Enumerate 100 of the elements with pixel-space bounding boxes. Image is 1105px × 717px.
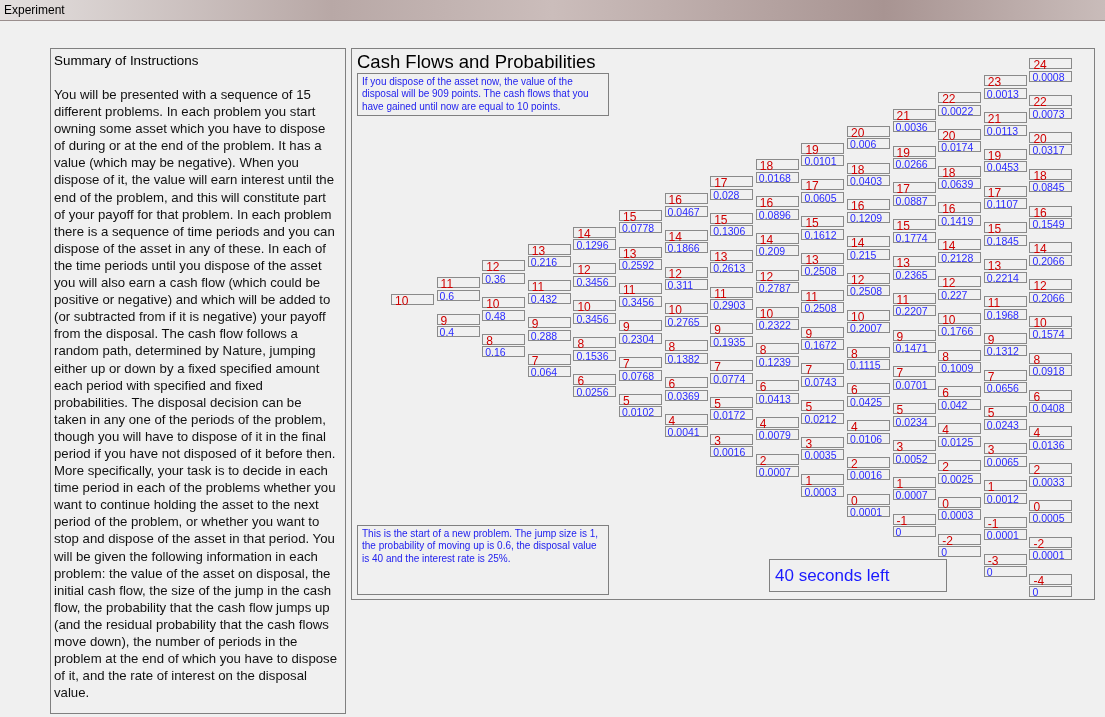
cash-flow-value: 23 <box>983 75 1027 87</box>
cash-flow-value: 20 <box>938 128 982 140</box>
probability-value: 0.16 <box>482 346 526 358</box>
cash-flow-value: -2 <box>938 533 982 545</box>
cash-flow-value: 15 <box>801 216 845 228</box>
probability-value: 0.0172 <box>710 409 754 421</box>
probability-value: 0.0243 <box>983 418 1027 430</box>
cash-flow-value: 10 <box>664 303 708 315</box>
probability-value: 0.0266 <box>892 158 936 170</box>
cash-flow-value: 15 <box>619 209 662 221</box>
cash-flow-value: 9 <box>710 323 754 335</box>
cash-flow-value: 13 <box>710 249 754 261</box>
cash-flow-value: 4 <box>664 413 708 425</box>
cash-flow-value: 10 <box>1029 315 1073 327</box>
cash-flow-value: 11 <box>801 289 845 301</box>
cash-flow-value: 16 <box>755 196 799 208</box>
probability-value: 0 <box>983 566 1027 578</box>
cash-flow-value: 15 <box>983 222 1027 234</box>
instructions-title: Summary of Instructions <box>54 52 200 69</box>
probability-value: 0.1009 <box>938 362 982 374</box>
probability-value: 0.0001 <box>1029 549 1073 561</box>
probability-value: 0.0887 <box>892 194 936 206</box>
probability-value: 0.0035 <box>801 449 845 461</box>
cash-flow-value: 16 <box>938 202 982 214</box>
cash-flow-value: 11 <box>619 283 662 295</box>
cash-flow-value: 6 <box>938 386 982 398</box>
probability-value: 0.216 <box>527 256 571 267</box>
window-title: Experiment <box>4 3 65 17</box>
cash-flow-value: 4 <box>1029 426 1073 438</box>
probability-value: 0.064 <box>527 366 571 378</box>
probability-value: 0.2066 <box>1029 254 1073 266</box>
probability-value: 0.0036 <box>892 121 936 133</box>
probability-value: 0.288 <box>527 329 571 341</box>
probability-value: 0.1774 <box>892 231 936 243</box>
probability-value: 0.0212 <box>801 412 845 424</box>
cash-flow-value: 14 <box>1029 242 1073 254</box>
probability-value: 0.2066 <box>1029 291 1073 303</box>
cash-flow-value: 10 <box>391 294 434 305</box>
probability-value: 0.1672 <box>801 339 845 350</box>
cash-flow-value: 12 <box>938 276 982 288</box>
cash-flow-value: 18 <box>847 162 890 174</box>
probability-value: 0.0113 <box>983 124 1027 136</box>
probability-value: 0.0317 <box>1029 144 1073 156</box>
cash-flow-value: 5 <box>710 397 754 408</box>
probability-value: 0.028 <box>710 188 754 200</box>
cash-flow-value: 8 <box>847 346 890 358</box>
probability-value: 0.1239 <box>755 355 799 367</box>
cash-flow-value: 13 <box>527 243 571 255</box>
probability-value: 0.1296 <box>573 239 617 251</box>
probability-value: 0.1968 <box>983 308 1027 320</box>
cash-flow-value: 15 <box>892 219 936 231</box>
cash-flow-value: 4 <box>938 423 982 435</box>
probability-value: 0.2322 <box>755 319 799 331</box>
probability-value: 0.3456 <box>573 275 617 287</box>
probability-value: 0.1549 <box>1029 218 1073 230</box>
probability-value: 0.1574 <box>1029 328 1073 340</box>
probability-value: 0.0467 <box>664 205 708 217</box>
probability-value: 0.1382 <box>664 352 708 364</box>
cash-flow-value: 7 <box>619 357 662 369</box>
probability-value: 0.0005 <box>1029 512 1073 524</box>
cash-flow-value: -1 <box>892 513 936 525</box>
probability-value: 0 <box>892 526 936 538</box>
cash-flow-value: 1 <box>801 473 845 485</box>
probability-value: 0.1766 <box>938 325 982 337</box>
cash-flow-value: 13 <box>983 259 1027 271</box>
probability-value: 0.0003 <box>801 486 845 498</box>
cash-flow-value: 7 <box>527 353 571 365</box>
probability-value: 0.1107 <box>983 198 1027 210</box>
probability-value: 0.0256 <box>573 386 617 398</box>
cash-flow-value: 24 <box>1029 58 1073 70</box>
cash-flow-value: 13 <box>619 246 662 258</box>
probability-value: 0.4 <box>436 326 480 338</box>
cash-flow-value: 18 <box>1029 168 1073 180</box>
cash-flow-value: 8 <box>938 349 982 361</box>
probability-value: 0.1845 <box>983 234 1027 246</box>
cash-flow-value: -4 <box>1029 573 1073 585</box>
cash-flow-value: 6 <box>1029 389 1073 401</box>
probability-value: 0.0022 <box>938 104 982 116</box>
panel-title: Cash Flows and Probabilities <box>357 51 596 73</box>
probability-value: 0.0701 <box>892 378 936 390</box>
probability-value: 0.0136 <box>1029 438 1073 450</box>
probability-value: 0.0918 <box>1029 365 1073 377</box>
cash-flow-value: 10 <box>847 309 890 321</box>
probability-value: 0.36 <box>482 272 526 284</box>
cash-flow-value: 8 <box>755 343 799 355</box>
probability-value: 0.042 <box>938 398 982 410</box>
probability-value: 0.0102 <box>619 406 662 418</box>
probability-value: 0.2128 <box>938 251 982 263</box>
probability-value: 0.1536 <box>573 349 617 361</box>
cash-flow-value: 11 <box>892 292 936 304</box>
cash-flow-value: 3 <box>983 443 1027 455</box>
probability-value: 0.2508 <box>801 302 845 314</box>
cash-flow-value: 14 <box>664 229 708 241</box>
probability-value: 0 <box>938 546 982 558</box>
cash-flow-value: 9 <box>527 317 571 329</box>
probability-value: 0.0013 <box>983 87 1027 99</box>
probability-value: 0.2214 <box>983 271 1027 283</box>
cash-flow-value: 8 <box>1029 352 1073 364</box>
probability-value: 0.0743 <box>801 375 845 387</box>
cash-flow-value: 9 <box>801 326 845 338</box>
